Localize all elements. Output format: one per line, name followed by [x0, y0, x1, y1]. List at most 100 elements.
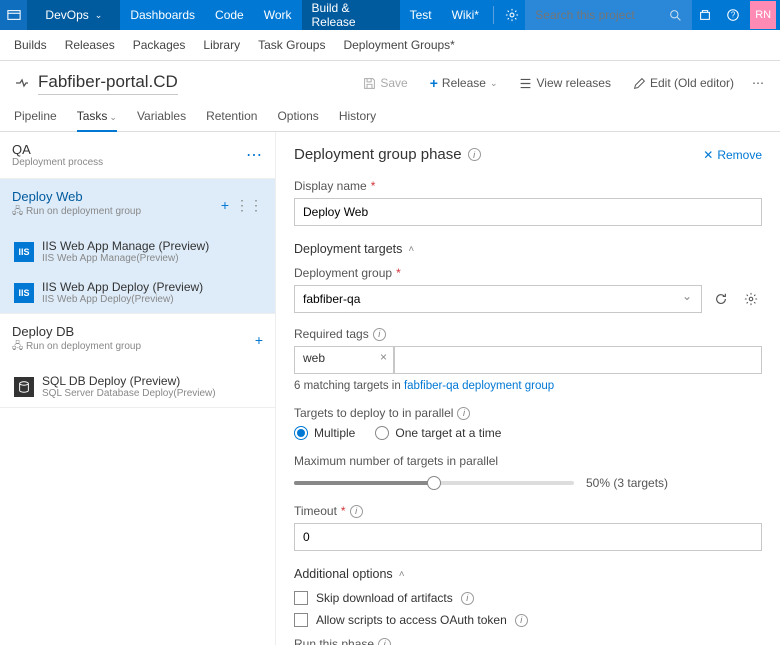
add-icon[interactable]: + — [221, 197, 229, 214]
nav-dashboards[interactable]: Dashboards — [120, 0, 205, 30]
subnav-packages[interactable]: Packages — [133, 38, 186, 52]
matching-targets-text: 6 matching targets in fabfiber-qa deploy… — [294, 380, 762, 392]
tab-tasks[interactable]: Tasks⌄ — [77, 103, 117, 131]
page-title: Fabfiber-portal.CD — [14, 72, 178, 95]
more-button[interactable]: ⋯ — [750, 72, 766, 94]
tab-history[interactable]: History — [339, 103, 376, 131]
checkbox-icon — [294, 591, 308, 605]
tag-input[interactable] — [394, 346, 762, 374]
panel-title: Deployment group phase i — [294, 146, 481, 163]
info-icon[interactable]: i — [457, 407, 470, 420]
tab-retention[interactable]: Retention — [206, 103, 257, 131]
task-name: SQL DB Deploy (Preview) — [42, 374, 216, 388]
search-icon — [669, 9, 682, 22]
sql-icon — [14, 377, 34, 397]
info-icon[interactable]: i — [468, 148, 481, 161]
remove-tag-icon[interactable]: × — [380, 350, 387, 364]
nav-code[interactable]: Code — [205, 0, 254, 30]
drag-handle-icon[interactable]: ⋮⋮ — [235, 197, 263, 214]
timeout-label: Timeout * i — [294, 504, 762, 518]
subnav-deploymentgroups[interactable]: Deployment Groups* — [343, 38, 454, 52]
main-content: QA Deployment process ⋯ Deploy Web 🖧 Run… — [0, 132, 780, 645]
task-item[interactable]: IIS IIS Web App Deploy (Preview) IIS Web… — [0, 272, 275, 313]
user-avatar[interactable]: RN — [750, 1, 776, 29]
close-icon: ✕ — [703, 148, 713, 162]
info-icon[interactable]: i — [373, 328, 386, 341]
subnav-releases[interactable]: Releases — [65, 38, 115, 52]
parallel-targets-label: Targets to deploy to in parallel i — [294, 406, 762, 420]
deployment-group-link[interactable]: fabfiber-qa deployment group — [404, 380, 554, 392]
task-sub: SQL Server Database Deploy(Preview) — [42, 388, 216, 399]
search-box[interactable] — [525, 0, 691, 30]
slider-thumb[interactable] — [427, 476, 441, 490]
deployment-group-label: Deployment group * — [294, 266, 762, 280]
tabs: Pipeline Tasks⌄ Variables Retention Opti… — [0, 103, 780, 132]
nav-wiki[interactable]: Wiki* — [442, 0, 489, 30]
marketplace-icon[interactable] — [692, 0, 719, 30]
chevron-up-icon: ˄ — [399, 569, 405, 580]
info-icon[interactable]: i — [378, 638, 391, 646]
phase-deploy-db[interactable]: Deploy DB 🖧 Run on deployment group + SQ… — [0, 314, 275, 408]
more-icon[interactable]: ⋯ — [246, 145, 263, 165]
tab-variables[interactable]: Variables — [137, 103, 186, 131]
save-icon — [363, 77, 376, 90]
tab-options[interactable]: Options — [277, 103, 318, 131]
task-sub: IIS Web App Deploy(Preview) — [42, 294, 203, 305]
additional-options-section[interactable]: Additional options ˄ — [294, 567, 762, 581]
view-releases-button[interactable]: View releases — [513, 72, 616, 94]
info-icon[interactable]: i — [350, 505, 363, 518]
radio-multiple[interactable]: Multiple — [294, 426, 355, 440]
tab-pipeline[interactable]: Pipeline — [14, 103, 57, 131]
phase-subtitle: 🖧 Run on deployment group — [12, 339, 141, 356]
nav-build-release[interactable]: Build & Release — [302, 0, 400, 30]
details-panel: Deployment group phase i ✕ Remove Displa… — [276, 132, 780, 645]
environment-title: QA — [12, 142, 103, 157]
info-icon[interactable]: i — [461, 592, 474, 605]
gear-icon[interactable] — [498, 0, 525, 30]
save-button[interactable]: Save — [357, 72, 413, 94]
slider-value: 50% (3 targets) — [586, 476, 668, 490]
max-parallel-label: Maximum number of targets in parallel — [294, 454, 762, 468]
azure-logo-icon[interactable] — [0, 0, 27, 30]
help-icon[interactable]: ? — [719, 0, 746, 30]
subnav-library[interactable]: Library — [203, 38, 240, 52]
timeout-input[interactable] — [294, 523, 762, 551]
chevron-down-icon: ⌄ — [95, 10, 103, 21]
nav-work[interactable]: Work — [254, 0, 302, 30]
task-item[interactable]: IIS IIS Web App Manage (Preview) IIS Web… — [0, 231, 275, 272]
subnav-builds[interactable]: Builds — [14, 38, 47, 52]
task-item[interactable]: SQL DB Deploy (Preview) SQL Server Datab… — [0, 366, 275, 407]
refresh-icon[interactable] — [710, 288, 732, 310]
run-phase-label: Run this phase i — [294, 637, 762, 645]
deployment-group-select[interactable]: fabfiber-qa — [294, 285, 702, 313]
add-icon[interactable]: + — [255, 332, 263, 348]
phase-deploy-web[interactable]: Deploy Web 🖧 Run on deployment group + ⋮… — [0, 179, 275, 314]
info-icon[interactable]: i — [515, 614, 528, 627]
tag-chip: web × — [294, 346, 394, 374]
pipeline-icon — [14, 75, 30, 91]
environment-subtitle: Deployment process — [12, 157, 103, 168]
task-name: IIS Web App Manage (Preview) — [42, 239, 209, 253]
search-input[interactable] — [535, 8, 655, 22]
display-name-input[interactable] — [294, 198, 762, 226]
project-selector[interactable]: DevOps ⌄ — [27, 0, 120, 30]
subnav-taskgroups[interactable]: Task Groups — [258, 38, 325, 52]
iis-icon: IIS — [14, 283, 34, 303]
project-name: DevOps — [45, 8, 88, 22]
phase-title: Deploy DB — [12, 324, 141, 339]
environment-header[interactable]: QA Deployment process ⋯ — [0, 132, 275, 179]
remove-button[interactable]: ✕ Remove — [703, 148, 762, 162]
edit-button[interactable]: Edit (Old editor) — [627, 72, 740, 94]
settings-icon[interactable] — [740, 288, 762, 310]
pencil-icon — [633, 77, 646, 90]
skip-download-checkbox[interactable]: Skip download of artifacts i — [294, 591, 762, 605]
parallel-slider[interactable] — [294, 481, 574, 485]
checkbox-icon — [294, 613, 308, 627]
nav-test[interactable]: Test — [400, 0, 442, 30]
radio-one-at-a-time[interactable]: One target at a time — [375, 426, 501, 440]
allow-oauth-checkbox[interactable]: Allow scripts to access OAuth token i — [294, 613, 762, 627]
sub-nav: Builds Releases Packages Library Task Gr… — [0, 30, 780, 61]
deployment-targets-section[interactable]: Deployment targets ˄ — [294, 242, 762, 256]
release-button[interactable]: + Release ⌄ — [424, 71, 504, 95]
pipeline-name[interactable]: Fabfiber-portal.CD — [38, 72, 178, 95]
